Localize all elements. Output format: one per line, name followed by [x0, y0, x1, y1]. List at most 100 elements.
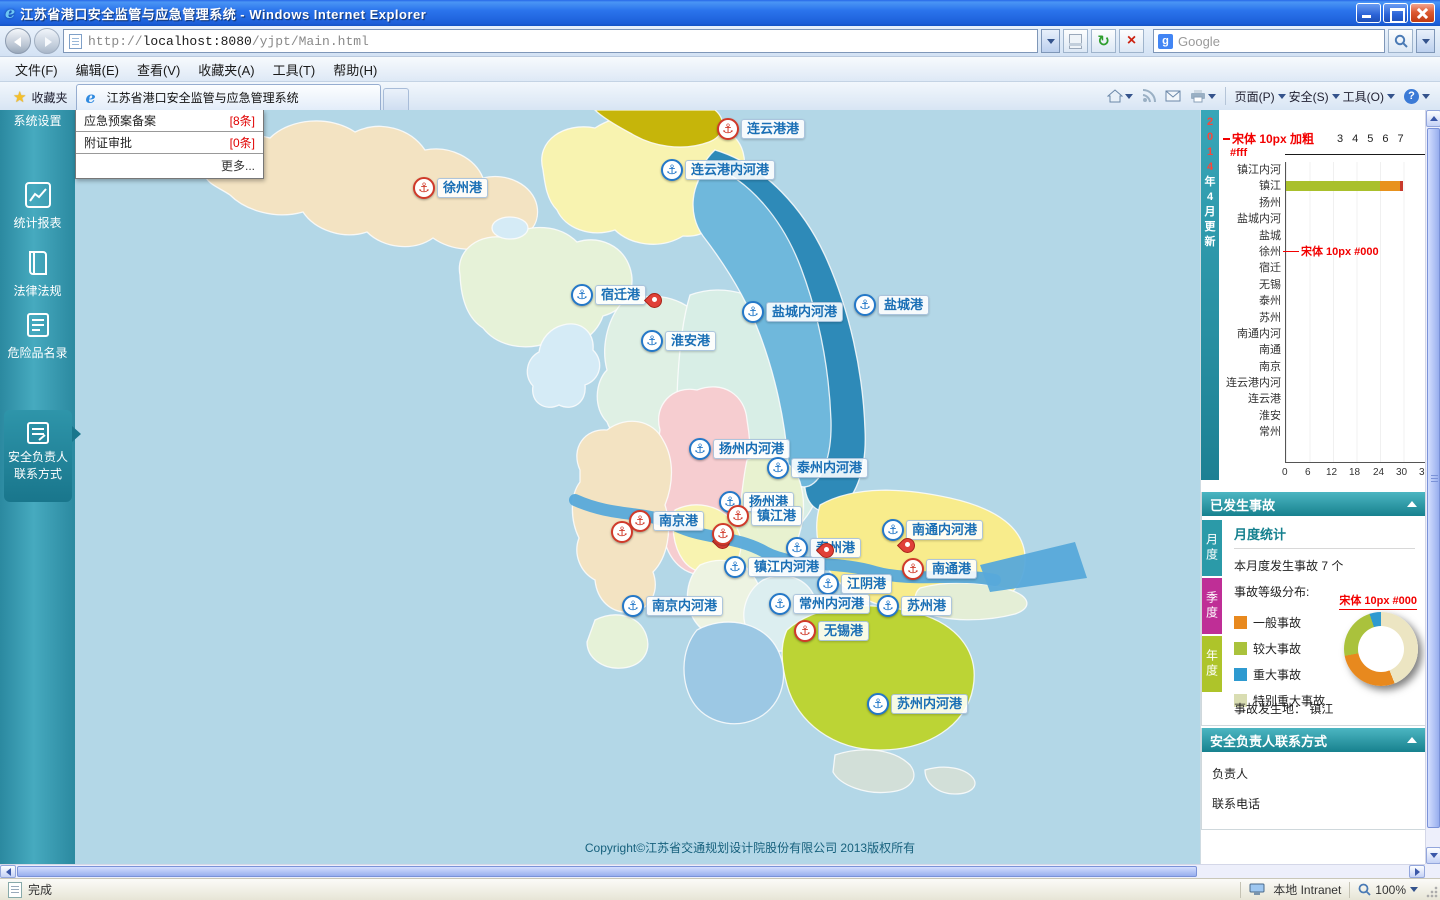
update-note-char: 4 — [1206, 161, 1214, 173]
accident-period-tab[interactable]: 月度 — [1202, 520, 1222, 576]
back-button[interactable] — [5, 28, 31, 54]
scroll-down-button[interactable] — [1426, 847, 1440, 864]
book-icon — [28, 251, 47, 275]
update-note-char: 1 — [1206, 146, 1214, 158]
rss-button[interactable] — [1142, 89, 1156, 103]
sidebar-item-hazmat[interactable]: 危险品名录 — [0, 312, 75, 361]
anchor-icon[interactable]: ⚓ — [712, 523, 734, 545]
browser-window: e 江苏省港口安全监管与应急管理系统 - Windows Internet Ex… — [0, 0, 1440, 900]
forward-button[interactable] — [34, 28, 60, 54]
contact-panel-title: 安全负责人联系方式 — [1210, 733, 1328, 749]
favorites-bar: ★ 收藏夹 e 江苏省港口安全监管与应急管理系统 页面(P) 安全(S) 工具(… — [0, 82, 1440, 110]
scroll-left-button[interactable] — [0, 865, 16, 878]
close-button[interactable] — [1410, 3, 1435, 23]
sidebar-item-laws[interactable]: 法律法规 — [0, 250, 75, 299]
address-input[interactable]: http://localhost:8080/yjpt/Main.html — [63, 29, 1038, 53]
chevron-down-icon — [1422, 93, 1430, 99]
chevron-down-icon — [1387, 93, 1395, 99]
scroll-right-button[interactable] — [1409, 865, 1425, 878]
toolbar-text-button[interactable]: 工具(O) — [1343, 88, 1395, 105]
search-dropdown-button[interactable] — [1416, 29, 1435, 53]
stop-button[interactable]: × — [1119, 29, 1144, 53]
accident-period-tab[interactable]: 季度 — [1202, 578, 1222, 634]
accident-period-tab[interactable]: 年度 — [1202, 636, 1222, 692]
quick-row-count: [8条] — [229, 114, 255, 128]
zone-label: 本地 Intranet — [1273, 883, 1342, 897]
favorites-tab[interactable]: e 江苏省港口安全监管与应急管理系统 — [76, 84, 382, 110]
scrollbar-thumb[interactable] — [1427, 128, 1440, 828]
sidebar-item-reports[interactable]: 统计报表 — [0, 182, 75, 231]
menu-item[interactable]: 文件(F) — [6, 57, 67, 82]
chevron-down-icon — [1410, 887, 1418, 892]
chevron-right-icon — [1414, 867, 1420, 876]
design-annotation: 宋体 10px 加粗 — [1223, 130, 1314, 147]
maximize-button[interactable] — [1383, 3, 1408, 23]
chevron-down-icon — [1331, 93, 1340, 99]
sidebar-item-system-settings[interactable]: 系统设置 — [0, 112, 75, 129]
chart-category-label: 连云港 — [1248, 393, 1281, 406]
legend-swatch — [1234, 615, 1247, 629]
update-note-char: 4 — [1206, 191, 1214, 203]
form-icon — [27, 422, 49, 444]
resize-grip[interactable] — [1426, 886, 1438, 898]
anchor-icon[interactable]: ⚓ — [611, 521, 633, 543]
chevron-up-icon[interactable] — [1407, 737, 1417, 743]
more-link[interactable]: 更多... — [76, 154, 263, 178]
update-note: 2 0 1 4 年 4 月更新 — [1201, 110, 1219, 250]
new-tab-button[interactable] — [383, 88, 410, 110]
menu-item[interactable]: 查看(V) — [128, 57, 189, 82]
zoom-control[interactable]: 100% — [1358, 883, 1418, 897]
mail-button[interactable] — [1165, 90, 1181, 102]
chevron-down-icon — [1429, 853, 1438, 858]
home-button[interactable] — [1106, 89, 1133, 103]
window-title: 江苏省港口安全监管与应急管理系统 - Windows Internet Expl… — [20, 6, 427, 22]
search-button[interactable] — [1388, 29, 1413, 53]
chart-plot — [1285, 162, 1425, 463]
menu-item[interactable]: 收藏夹(A) — [189, 57, 263, 82]
chevron-up-icon[interactable] — [1407, 501, 1417, 507]
design-annotation: 宋体 10px #000 — [1283, 243, 1379, 259]
accident-location: 事故发生地： 镇江 — [1234, 700, 1333, 717]
compatibility-button[interactable] — [1063, 29, 1088, 53]
update-note-char: 2 — [1206, 116, 1214, 128]
minimize-button[interactable] — [1356, 3, 1381, 23]
quick-panel-row[interactable]: 应急预案备案 [8条] — [76, 110, 263, 132]
chevron-down-icon — [1421, 38, 1430, 44]
tab-title: 江苏省港口安全监管与应急管理系统 — [106, 91, 299, 105]
search-box: g — [1153, 29, 1385, 53]
zoom-level: 100% — [1375, 882, 1406, 897]
toolbar-text-button[interactable]: 页面(P) — [1235, 88, 1286, 105]
quick-panel-row[interactable]: 附证审批 [0条] — [76, 132, 263, 154]
forward-arrow-icon — [45, 37, 52, 47]
print-button[interactable] — [1190, 89, 1216, 103]
status-right: 本地 Intranet 100% — [1240, 881, 1432, 898]
address-dropdown-button[interactable] — [1041, 29, 1060, 53]
toolbar-button-label: 页面(P) — [1234, 89, 1275, 104]
scroll-up-button[interactable] — [1426, 110, 1440, 127]
summary-count: 7 — [1321, 559, 1329, 573]
scrollbar-thumb[interactable] — [17, 866, 1197, 877]
help-button[interactable]: ? — [1404, 88, 1430, 104]
sidebar-item-contact[interactable]: 安全负责人 联系方式 — [4, 410, 81, 502]
legend-label: 一般事故 — [1253, 615, 1302, 630]
vertical-scrollbar[interactable] — [1425, 110, 1440, 864]
ie-logo-icon: e — [5, 3, 16, 22]
menu-item[interactable]: 工具(T) — [264, 57, 325, 82]
refresh-button[interactable]: ↻ — [1091, 29, 1116, 53]
quick-row-label: 附证审批 — [84, 136, 133, 150]
chevron-left-icon — [5, 867, 11, 876]
accident-panel: 已发生事故 月度季度年度 月度统计 本月度发生事故 7 个 事故等级分布: — [1201, 492, 1425, 726]
chart-x-tick: 18 — [1349, 467, 1361, 478]
favorites-button[interactable]: ★ 收藏夹 — [4, 85, 76, 109]
summary-prefix: 本月度发生事故 — [1234, 559, 1319, 573]
menu-item[interactable]: 编辑(E) — [67, 57, 128, 82]
contact-panel-header: 安全负责人联系方式 — [1202, 728, 1425, 752]
chevron-down-icon — [1277, 93, 1286, 99]
chart-category-label: 南通内河 — [1237, 327, 1281, 340]
menu-item[interactable]: 帮助(H) — [324, 57, 386, 82]
chart-category-label: 无锡 — [1259, 278, 1281, 291]
legend-label: 重大事故 — [1253, 667, 1302, 682]
horizontal-scrollbar[interactable] — [0, 864, 1425, 878]
search-input[interactable] — [1178, 33, 1380, 49]
toolbar-text-button[interactable]: 安全(S) — [1289, 88, 1340, 105]
